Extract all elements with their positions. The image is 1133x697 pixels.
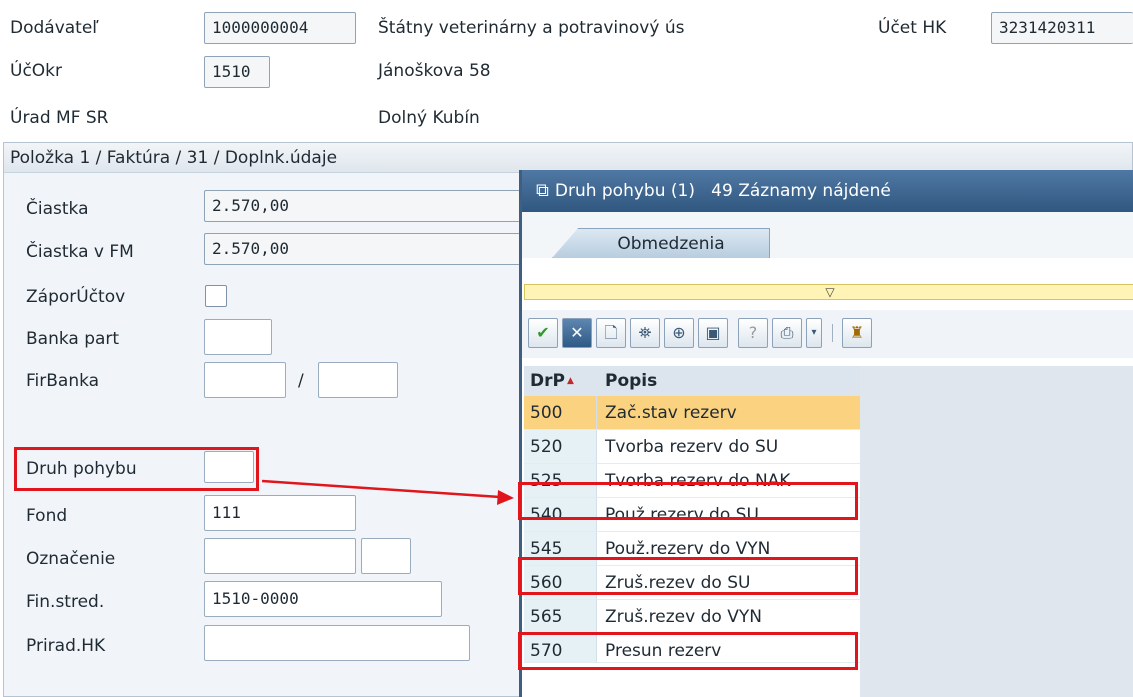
designation-field[interactable]: [204, 538, 356, 574]
row-description: Zač.stav rezerv: [597, 396, 860, 430]
dropdown-icon[interactable]: ▾: [806, 318, 822, 348]
row-code: 520: [524, 430, 597, 464]
highlight-row-565: [518, 632, 858, 670]
fund-label: Fond: [26, 506, 68, 526]
document-header: Dodávateľ 1000000004 Štátny veterinárny …: [0, 0, 1133, 142]
office-name: Úrad MF SR: [10, 108, 109, 128]
sort-ascending-icon: ▲: [566, 376, 574, 386]
house-bank-separator: /: [298, 371, 304, 391]
vendor-label: Dodávateľ: [10, 18, 99, 38]
new-page-icon[interactable]: 🗋: [596, 318, 626, 348]
row-description: Tvorba rezerv do SU: [597, 430, 860, 464]
amount-fm-label: Čiastka v FM: [26, 242, 134, 262]
vendor-street: Jánoškova 58: [378, 61, 491, 81]
funds-center-field[interactable]: 1510-0000: [204, 581, 442, 617]
highlight-row-525: [518, 482, 858, 520]
table-row[interactable]: 565 Zruš.rezev do VYN: [524, 600, 860, 634]
tab-strip: Obmedzenia: [522, 212, 1133, 258]
column-header-code-label: DrP: [530, 371, 565, 391]
highlight-row-545: [518, 557, 858, 595]
pin-icon[interactable]: ♜: [842, 318, 872, 348]
amount-label: Čiastka: [26, 199, 89, 219]
check-icon[interactable]: ✔: [528, 318, 558, 348]
find-icon[interactable]: ⛯: [630, 318, 660, 348]
restrictions-toggle[interactable]: ▽: [524, 284, 1133, 300]
print-icon[interactable]: ⎙: [772, 318, 802, 348]
table-row[interactable]: 520 Tvorba rezerv do SU: [524, 430, 860, 464]
table-row[interactable]: 500 Zač.stav rezerv: [524, 396, 860, 430]
house-bank-label: FirBanka: [26, 371, 100, 391]
cancel-icon[interactable]: ✕: [562, 318, 592, 348]
negative-posting-label: ZáporÚčtov: [26, 287, 126, 307]
table-empty-area: [860, 366, 1133, 697]
gl-assign-field[interactable]: [204, 625, 470, 661]
help-icon[interactable]: ?: [738, 318, 768, 348]
account-field[interactable]: 1510: [204, 56, 270, 88]
amount-fm-field[interactable]: 2.570,00: [204, 233, 520, 265]
house-bank-field[interactable]: [204, 362, 286, 398]
partner-bank-label: Banka part: [26, 329, 120, 349]
fund-field[interactable]: 111: [204, 495, 356, 531]
find-next-icon[interactable]: ⊕: [664, 318, 694, 348]
dialog-title: Druh pohybu (1) 49 Záznamy nájdené: [554, 181, 891, 201]
highlight-movement-type-field: [14, 447, 259, 491]
house-bank-account-field[interactable]: [318, 362, 398, 398]
gl-account-label: Účet HK: [878, 18, 947, 38]
panel-title: Položka 1 / Faktúra / 31 / Doplnk.údaje: [4, 143, 1132, 173]
select-icon[interactable]: ▣: [698, 318, 728, 348]
account-label: ÚčOkr: [10, 61, 63, 81]
row-description: Zruš.rezev do VYN: [597, 600, 860, 634]
row-code: 565: [524, 600, 597, 634]
negative-posting-checkbox[interactable]: [205, 285, 227, 307]
partner-bank-field[interactable]: [204, 319, 272, 355]
vendor-name: Štátny veterinárny a potravinový ús: [378, 18, 685, 38]
row-code: 500: [524, 396, 597, 430]
dialog-title-bar[interactable]: ⧉ Druh pohybu (1) 49 Záznamy nájdené: [522, 170, 1133, 212]
tab-restrictions[interactable]: Obmedzenia: [552, 228, 770, 258]
funds-center-label: Fin.stred.: [26, 592, 105, 612]
vendor-id-field[interactable]: 1000000004: [204, 12, 356, 44]
dialog-toolbar: ✔ ✕ 🗋 ⛯ ⊕ ▣ ? ⎙ ▾ ♜: [522, 310, 1133, 358]
gl-account-field[interactable]: 3231420311: [991, 12, 1133, 44]
search-help-dialog: ⧉ Druh pohybu (1) 49 Záznamy nájdené Obme…: [519, 170, 1133, 697]
dialog-window-icon: ⧉: [536, 180, 549, 201]
gl-assign-label: Prirad.HK: [26, 636, 106, 656]
designation-extra-field[interactable]: [361, 538, 411, 574]
vendor-city: Dolný Kubín: [378, 108, 480, 128]
column-header-code[interactable]: DrP ▲: [524, 366, 597, 396]
toolbar-separator: [832, 324, 833, 342]
designation-label: Označenie: [26, 549, 116, 569]
amount-field[interactable]: 2.570,00: [204, 190, 520, 222]
column-header-description[interactable]: Popis: [597, 366, 860, 396]
